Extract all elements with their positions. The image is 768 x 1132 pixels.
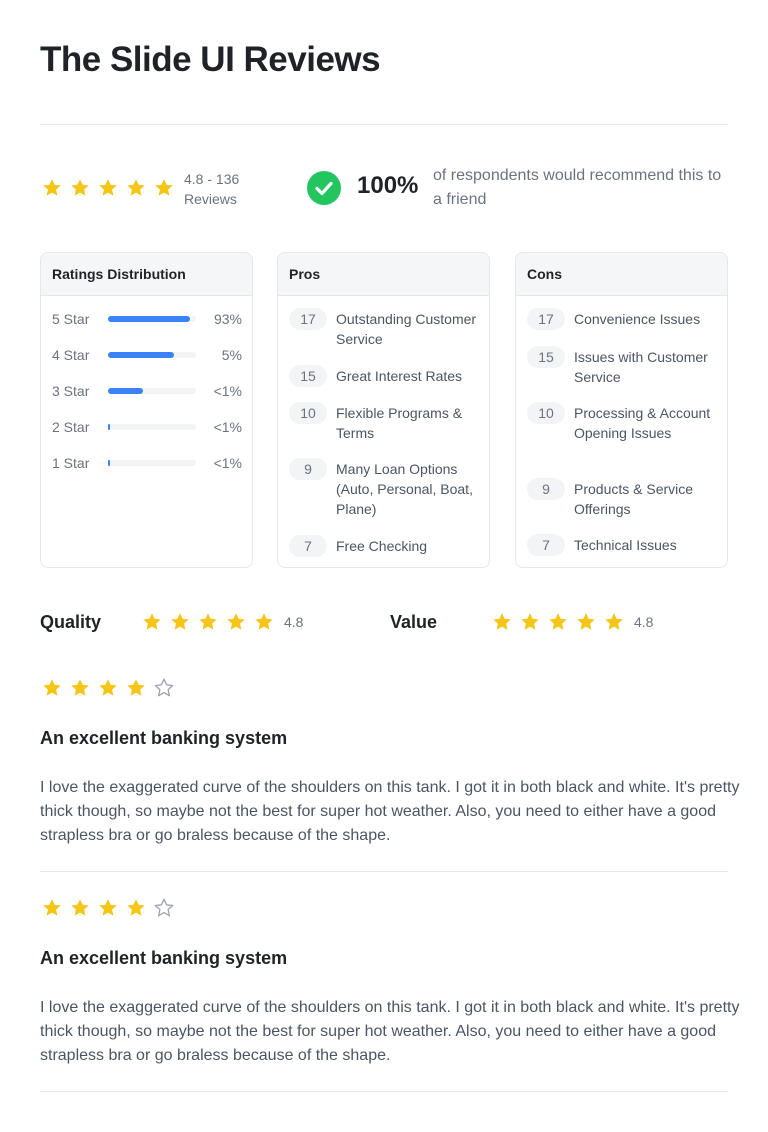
star-icon [198,612,218,632]
star-icon [126,678,146,698]
quality-label: Quality [40,612,102,632]
star-icon [170,612,190,632]
pros-count-badge: 9 [289,458,327,480]
star-icon [254,612,274,632]
cons-label: Processing & Account Opening Issues [574,405,711,441]
star-icon [226,612,246,632]
ratings-distribution-title: Ratings Distribution [41,253,252,296]
ratings-distribution-card: Ratings Distribution 5 Star 93% 4 Star 5% 3 … [40,252,253,568]
pros-label: Flexible Programs & Terms [336,405,463,441]
distribution-row: 3 Star <1% [52,381,242,401]
review-divider [40,1091,728,1092]
pros-count-badge: 17 [289,308,327,330]
star-icon [548,612,568,632]
recommend-text: of respondents would recommend this to a… [433,167,722,208]
distribution-row: 4 Star 5% [52,345,242,365]
review-body: I love the exaggerated curve of the shou… [40,779,740,844]
star-icon [70,898,90,918]
pros-label: Free Checking [336,538,428,554]
distribution-bar-fill [108,352,174,358]
distribution-bar-track [108,424,196,430]
star-icon [98,178,118,198]
distribution-percent: 5% [221,347,242,363]
star-icon [42,898,62,918]
distribution-label: 4 Star [52,347,90,363]
cons-count-badge: 17 [527,308,565,330]
recommend-percent: 100% [357,172,419,199]
star-icon [492,612,512,632]
star-empty-icon [154,678,174,698]
cons-count-badge: 15 [527,346,565,368]
star-icon [520,612,540,632]
distribution-row: 2 Star <1% [52,417,242,437]
review-title: An excellent banking system [40,948,288,968]
distribution-bar-track [108,388,196,394]
cons-label: Products & Service Offerings [574,481,694,517]
cons-count-badge: 10 [527,402,565,424]
distribution-label: 3 Star [52,383,90,399]
pros-count-badge: 7 [289,535,327,557]
distribution-label: 1 Star [52,455,90,471]
distribution-bar-fill [108,316,190,322]
distribution-label: 2 Star [52,419,90,435]
distribution-bar-fill [108,424,110,430]
pros-label: Many Loan Options (Auto, Personal, Boat,… [336,461,473,517]
quality-value: 4.8 [284,614,304,630]
distribution-percent: 93% [213,311,242,327]
value-label: Value [390,612,438,632]
distribution-label: 5 Star [52,311,90,327]
distribution-bar-track [108,460,196,466]
distribution-percent: <1% [213,383,242,399]
cons-label: Issues with Customer Service [574,349,708,385]
star-icon [70,678,90,698]
review-body: I love the exaggerated curve of the shou… [40,999,740,1064]
distribution-percent: <1% [213,419,242,435]
cons-label: Convenience Issues [574,311,701,327]
star-icon [604,612,624,632]
review-title: An excellent banking system [40,728,288,748]
distribution-bar-track [108,316,196,322]
star-icon [70,178,90,198]
pros-card: Pros 17 Outstanding Customer Service 15 Gre… [277,252,490,568]
summary-rating-text: 4.8 - 136 Reviews [184,171,240,207]
cons-title: Cons [516,253,727,296]
pros-count-badge: 10 [289,402,327,424]
star-icon [576,612,596,632]
star-icon [126,178,146,198]
page-title: The Slide UI Reviews [40,40,381,79]
pros-label: Great Interest Rates [336,368,463,384]
cons-card: Cons 17 Convenience Issues 15 Issues with C… [515,252,728,568]
star-empty-icon [154,898,174,918]
pros-title: Pros [278,253,489,296]
star-icon [98,678,118,698]
header-divider [40,124,728,125]
star-icon [42,678,62,698]
star-icon [98,898,118,918]
distribution-row: 1 Star <1% [52,453,242,473]
cons-count-badge: 9 [527,478,565,500]
star-icon [142,612,162,632]
star-icon [154,178,174,198]
pros-count-badge: 15 [289,365,327,387]
distribution-percent: <1% [213,455,242,471]
pros-label: Outstanding Customer Service [336,311,477,347]
value-value: 4.8 [634,614,654,630]
distribution-row: 5 Star 93% [52,309,242,329]
review-divider [40,871,728,872]
star-icon [42,178,62,198]
cons-count-badge: 7 [527,534,565,556]
distribution-bar-fill [108,460,110,466]
star-icon [126,898,146,918]
distribution-bar-track [108,352,196,358]
cons-label: Technical Issues [574,537,677,553]
check-circle-icon [307,171,341,205]
distribution-bar-fill [108,388,143,394]
reviews-page: The Slide UI Reviews 4.8 - 136 Reviews 1… [0,0,768,1132]
